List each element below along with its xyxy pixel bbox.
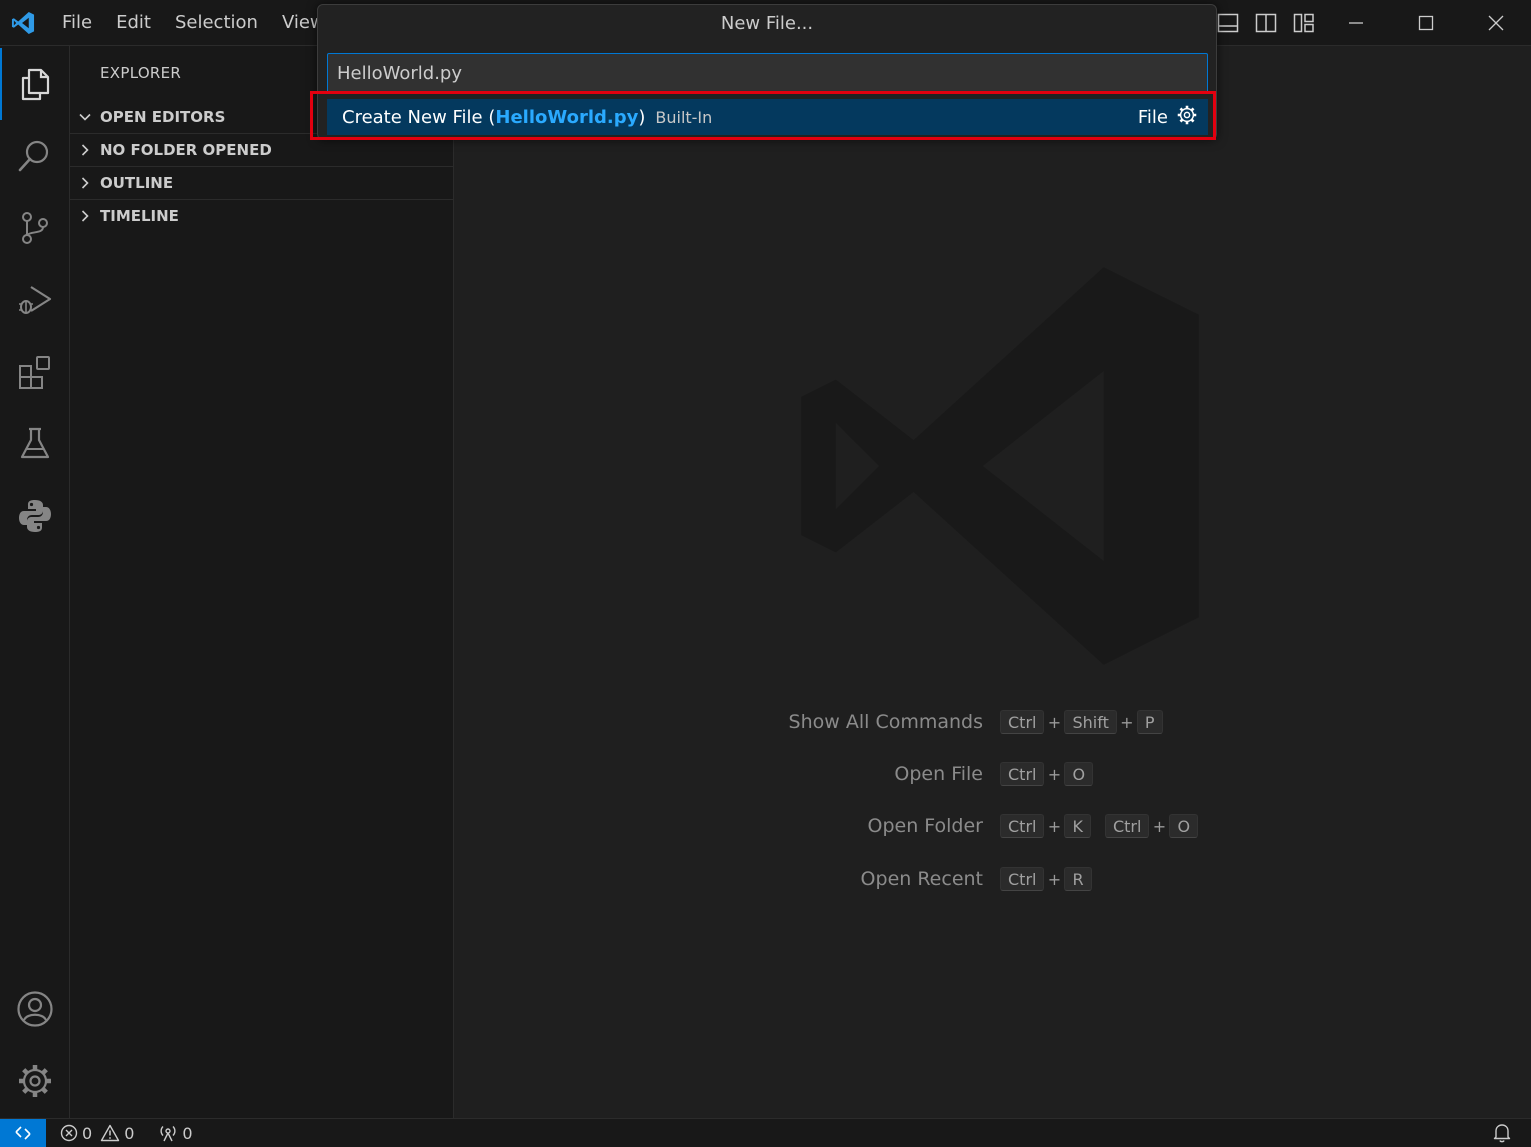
option-kind: File	[1137, 106, 1168, 128]
chevron-down-icon	[70, 110, 100, 124]
configure-keybinding-gear-icon[interactable]	[1176, 104, 1198, 130]
files-icon	[21, 68, 50, 101]
gear-icon	[19, 1065, 51, 1097]
editor-area: Show All Commands Ctrl + Shift + P Open File…	[454, 46, 1531, 1118]
warning-icon	[100, 1124, 120, 1142]
customize-layout-icon[interactable]	[1290, 9, 1318, 37]
remote-icon	[15, 1126, 31, 1140]
shortcut-label: Show All Commands	[788, 711, 983, 733]
key: P	[1136, 710, 1163, 734]
option-right: File	[1138, 99, 1198, 135]
section-label: OUTLINE	[100, 174, 174, 192]
keybinding: Ctrl + R	[1000, 867, 1092, 891]
section-outline[interactable]: OUTLINE	[70, 166, 453, 199]
key: Ctrl	[1000, 762, 1045, 786]
quick-input-title: New File...	[720, 13, 814, 34]
key: Ctrl	[1104, 814, 1150, 838]
activity-python[interactable]	[0, 480, 70, 552]
activity-search[interactable]	[0, 120, 70, 192]
flask-icon	[20, 427, 50, 459]
shortcut-label: Open Recent	[860, 868, 983, 890]
toggle-secondary-sidebar-icon[interactable]	[1252, 9, 1280, 37]
python-icon	[19, 500, 51, 532]
section-timeline[interactable]: TIMELINE	[70, 199, 453, 232]
activity-bar	[0, 46, 70, 1118]
keybinding: Ctrl + O	[1000, 762, 1094, 786]
notifications-bell-icon[interactable]	[1493, 1123, 1511, 1147]
vscode-window: File Edit Selection View EXPLORER OPEN E…	[0, 0, 1531, 1147]
extensions-icon	[19, 356, 50, 389]
key: Ctrl	[1000, 710, 1045, 734]
option-label-prefix: Create New File (	[342, 106, 496, 128]
ports-indicator[interactable]: 0	[158, 1123, 193, 1143]
vscode-watermark-icon	[801, 267, 1199, 665]
activity-source-control[interactable]	[0, 192, 70, 264]
section-label: TIMELINE	[100, 207, 179, 225]
option-filename-highlight: HelloWorld.py	[495, 106, 639, 128]
shortcut-label: Open File	[894, 763, 983, 785]
section-label: OPEN EDITORS	[100, 107, 226, 126]
shortcut-show-all-commands: Show All Commands Ctrl + Shift + P	[454, 707, 1531, 737]
close-button[interactable]	[1461, 0, 1531, 46]
broadcast-icon	[160, 1126, 176, 1142]
run-debug-icon	[19, 286, 52, 314]
menu-selection[interactable]: Selection	[163, 0, 270, 46]
layout-controls	[1214, 0, 1318, 46]
menu-edit[interactable]: Edit	[104, 0, 163, 46]
new-file-name-input[interactable]	[327, 53, 1208, 93]
maximize-icon	[1418, 15, 1434, 31]
activity-testing[interactable]	[0, 408, 70, 480]
key: K	[1064, 814, 1091, 838]
section-label: NO FOLDER OPENED	[100, 141, 272, 159]
activity-run-debug[interactable]	[0, 264, 70, 336]
keybinding: Ctrl + K Ctrl + O	[1000, 814, 1199, 838]
option-label-suffix: )	[638, 106, 646, 128]
key: R	[1064, 867, 1092, 891]
status-bar: 0 0 0	[0, 1118, 1531, 1147]
remote-indicator[interactable]	[0, 1118, 46, 1147]
shortcut-open-folder: Open Folder Ctrl + K Ctrl + O	[454, 811, 1531, 841]
warning-count: 0	[124, 1123, 135, 1143]
account-icon	[17, 991, 53, 1027]
activity-manage[interactable]	[0, 1045, 70, 1117]
sidebar-title: EXPLORER	[100, 64, 182, 82]
key: Shift	[1064, 710, 1117, 734]
activity-explorer[interactable]	[0, 48, 70, 120]
close-icon	[1488, 15, 1504, 31]
explorer-sidebar: EXPLORER OPEN EDITORS NO FOLDER OPENED O…	[70, 46, 454, 1118]
problems-indicator[interactable]: 0 0	[60, 1124, 134, 1143]
error-icon	[60, 1124, 78, 1142]
chevron-right-icon	[70, 209, 100, 223]
key: Ctrl	[1000, 814, 1045, 838]
shortcut-open-file: Open File Ctrl + O	[454, 759, 1531, 789]
menu-bar: File Edit Selection View	[46, 0, 337, 46]
toggle-panel-icon[interactable]	[1214, 9, 1242, 37]
keybinding: Ctrl + Shift + P	[1000, 710, 1163, 734]
shortcut-open-recent: Open Recent Ctrl + R	[454, 864, 1531, 894]
key: O	[1169, 814, 1199, 838]
key: Ctrl	[1000, 867, 1045, 891]
quick-input-widget: New File... Create New File (HelloWorld.…	[317, 4, 1217, 140]
ports-count: 0	[182, 1123, 193, 1143]
source-control-icon	[22, 212, 48, 244]
chevron-right-icon	[70, 176, 100, 190]
activity-accounts[interactable]	[0, 973, 70, 1045]
maximize-button[interactable]	[1391, 0, 1461, 46]
minimize-icon	[1349, 22, 1363, 24]
key: O	[1064, 762, 1094, 786]
activity-extensions[interactable]	[0, 336, 70, 408]
option-label: Create New File (HelloWorld.py)	[342, 107, 645, 128]
create-new-file-option[interactable]: Create New File (HelloWorld.py) Built-In…	[327, 99, 1208, 135]
vscode-logo-icon	[0, 0, 46, 46]
window-controls	[1321, 0, 1531, 46]
shortcut-label: Open Folder	[867, 815, 983, 837]
option-description: Built-In	[655, 107, 713, 127]
menu-file[interactable]: File	[46, 0, 104, 46]
search-icon	[18, 140, 49, 172]
error-count: 0	[82, 1123, 93, 1143]
minimize-button[interactable]	[1321, 0, 1391, 46]
chevron-right-icon	[70, 143, 100, 157]
